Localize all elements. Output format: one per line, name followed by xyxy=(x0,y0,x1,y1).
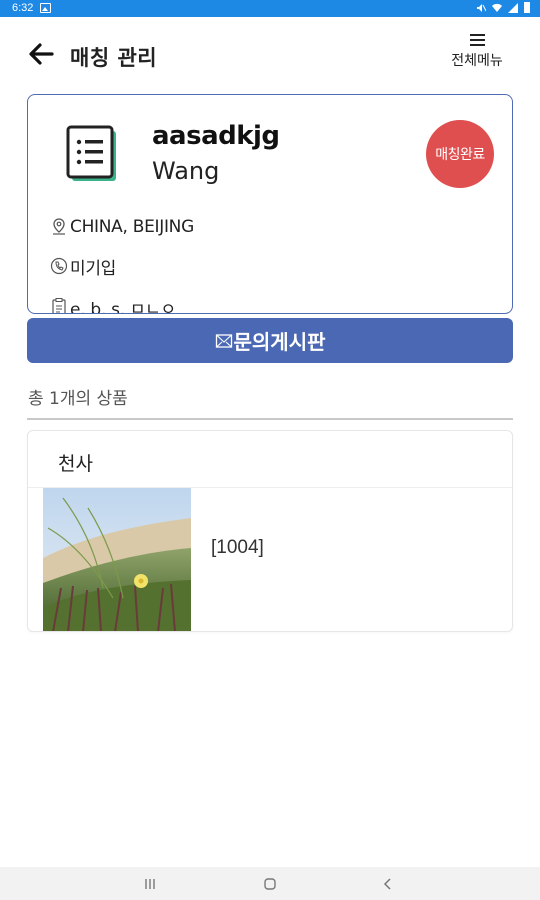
matching-card: aasadkjg Wang 매칭완료 CHINA, BEIJING 미기입 e,… xyxy=(27,94,513,314)
phone-icon xyxy=(50,257,68,275)
product-thumbnail[interactable] xyxy=(43,488,191,632)
back-arrow-icon xyxy=(29,43,54,65)
back-nav-icon[interactable] xyxy=(378,875,398,893)
envelope-icon xyxy=(215,333,232,348)
location-row: CHINA, BEIJING xyxy=(50,214,194,240)
signal-icon xyxy=(508,2,518,13)
phone-row: 미기입 xyxy=(50,253,116,279)
recent-apps-icon[interactable] xyxy=(140,875,160,893)
full-menu-label: 전체메뉴 xyxy=(451,53,503,69)
matching-status-badge: 매칭완료 xyxy=(426,120,494,188)
tags-row: e, b, s, ㅁㄴㅇ xyxy=(50,294,176,314)
location-text: CHINA, BEIJING xyxy=(70,217,194,237)
inquiry-board-label: 문의게시판 xyxy=(233,330,326,354)
product-category: 천사 xyxy=(58,453,93,475)
page-title: 매칭 관리 xyxy=(70,46,158,70)
location-pin-icon xyxy=(53,218,65,235)
document-icon xyxy=(66,125,116,181)
status-icons xyxy=(476,2,530,13)
inquiry-board-button[interactable]: 문의게시판 xyxy=(27,318,513,363)
product-count: 총 1개의 상품 xyxy=(28,389,128,409)
product-card[interactable]: 천사 [1004] xyxy=(27,430,513,632)
status-time: 6:32 xyxy=(12,2,34,14)
clipboard-icon xyxy=(52,298,66,313)
divider xyxy=(27,418,513,420)
phone-text: 미기입 xyxy=(70,258,117,279)
system-nav-bar xyxy=(0,867,540,900)
mute-icon xyxy=(477,3,486,12)
wifi-icon xyxy=(492,3,502,12)
partner-name: aasadkjg xyxy=(152,121,280,151)
back-button[interactable] xyxy=(26,39,56,69)
full-menu-button[interactable]: 전체메뉴 xyxy=(444,31,510,81)
image-notification-icon xyxy=(40,3,51,13)
home-icon[interactable] xyxy=(260,875,280,893)
product-code: [1004] xyxy=(211,537,264,558)
status-bar: 6:32 xyxy=(0,0,540,17)
app-bar: 매칭 관리 전체메뉴 xyxy=(0,17,540,87)
battery-icon xyxy=(524,2,530,13)
partner-subname: Wang xyxy=(152,157,220,185)
tags-text: e, b, s, ㅁㄴㅇ xyxy=(70,299,176,314)
menu-icon xyxy=(469,34,485,46)
